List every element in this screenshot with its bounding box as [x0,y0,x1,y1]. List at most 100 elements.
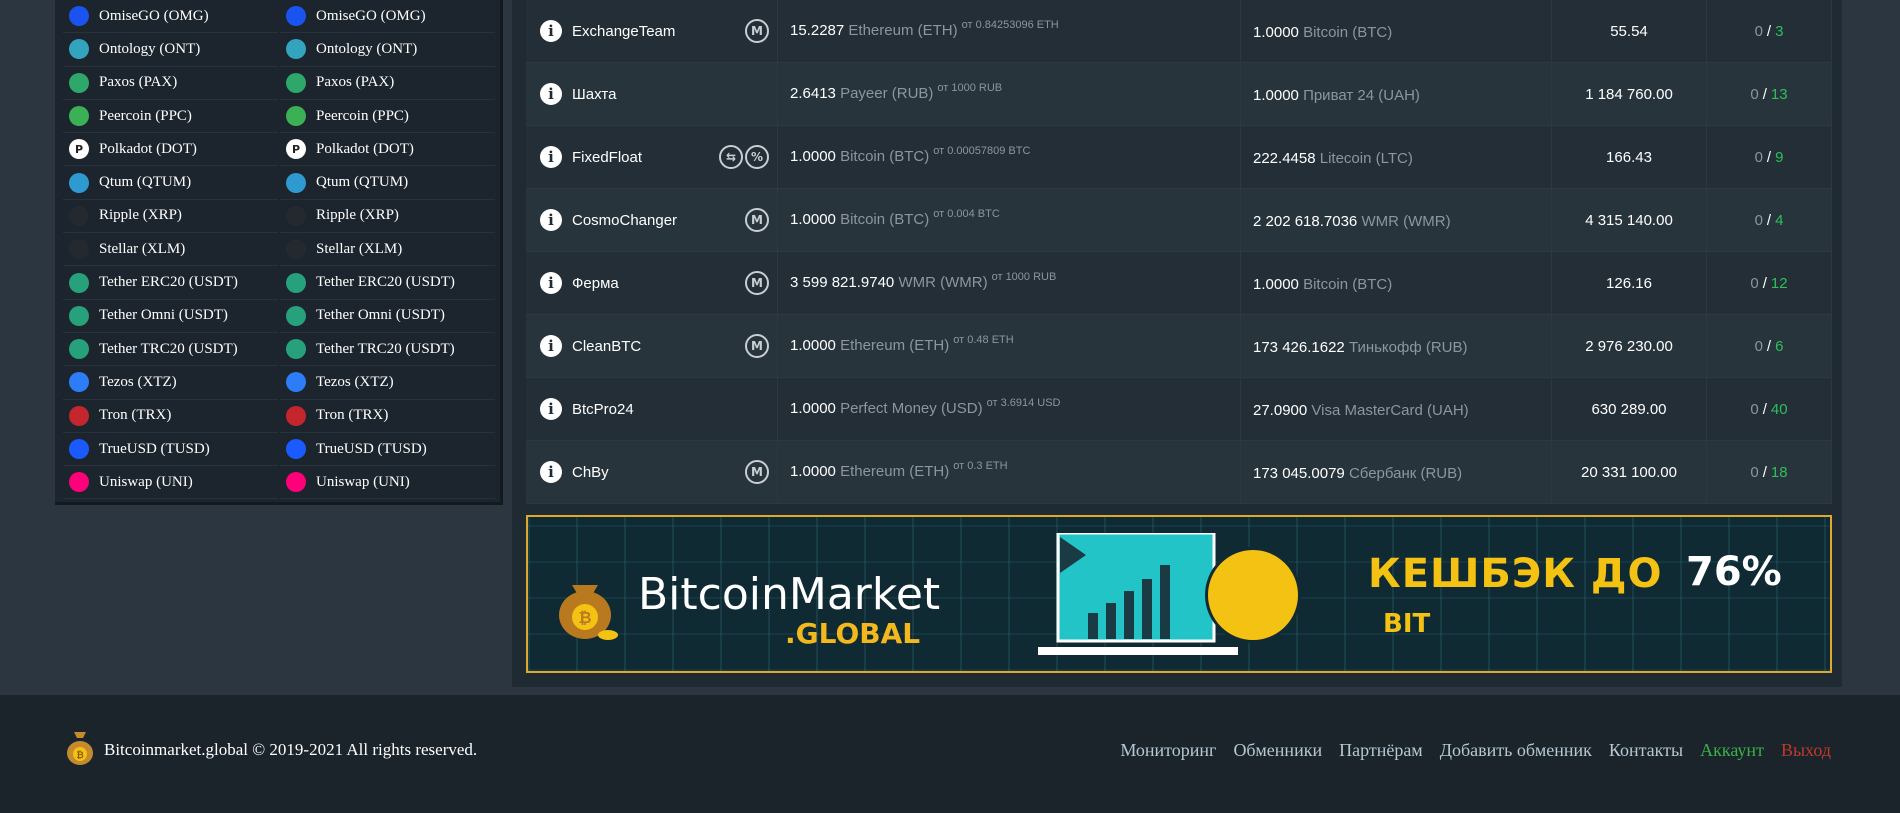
give-amount: 1.0000 Perfect Money (USD) от 3.6914 USD [790,397,1061,417]
currency-label: Paxos (PAX) [99,74,178,91]
reserve-value: 126.16 [1606,274,1652,292]
give-currency-item[interactable]: Tezos (XTZ) [63,366,278,400]
give-currency-item[interactable]: OmiseGO (OMG) [63,0,278,34]
give-currency-item[interactable]: Tether Omni (USDT) [63,300,278,333]
info-icon[interactable]: i [540,209,562,231]
currency-label: Tether Omni (USDT) [99,307,228,324]
table-row[interactable]: i ChBy M 1.0000 Ethereum (ETH) от 0.3 ETH 173… [526,441,1832,504]
info-icon[interactable]: i [540,461,562,483]
reviews-cell[interactable]: 0/3 [1707,0,1832,62]
info-icon[interactable]: i [540,398,562,420]
give-amount: 2.6413 Payeer (RUB) от 1000 RUB [790,82,1002,102]
stellar-icon [286,239,306,260]
table-row[interactable]: i BtcPro24 1.0000 Perfect Money (USD) от 3.… [526,378,1832,441]
tether-icon [69,339,89,360]
paxos-icon [286,72,306,93]
get-currency-item[interactable]: TrueUSD (TUSD) [280,433,495,467]
table-row[interactable]: i FixedFloat ⇆% 1.0000 Bitcoin (BTC) от 0.00… [526,126,1832,189]
footer-nav-link[interactable]: Контакты [1609,740,1683,761]
polkadot-icon: P [286,139,306,160]
banner-brand-title: BitcoinMarket [638,569,941,620]
give-currency-item[interactable]: Tether ERC20 (USDT) [63,266,278,300]
give-currency-item[interactable]: Ripple (XRP) [63,200,278,234]
info-icon[interactable]: i [540,272,562,294]
reviews-separator: / [1762,400,1767,418]
footer-nav-link[interactable]: Выход [1781,740,1831,761]
give-currency-item[interactable]: Paxos (PAX) [63,67,278,100]
get-currency-item[interactable]: Paxos (PAX) [280,67,495,100]
footer-nav-link[interactable]: Обменники [1233,740,1322,761]
currency-label: Tether TRC20 (USDT) [316,340,455,357]
table-row[interactable]: i ExchangeTeam M 15.2287 Ethereum (ETH) от 0… [526,0,1832,63]
table-row[interactable]: i CleanBTC M 1.0000 Ethereum (ETH) от 0.48 E… [526,315,1832,378]
exchanger-badges: ⇆% [719,145,769,169]
info-icon[interactable]: i [540,20,562,42]
give-cell: 1.0000 Perfect Money (USD) от 3.6914 USD [778,378,1241,440]
currency-label: Polkadot (DOT) [99,140,197,157]
exchanger-name[interactable]: Шахта [572,86,616,103]
currency-label: Stellar (XLM) [99,240,186,257]
get-currency-item[interactable]: Peercoin (PPC) [280,100,495,134]
reviews-cell[interactable]: 0/4 [1707,189,1832,251]
give-currency-item[interactable]: TrueUSD (TUSD) [63,433,278,467]
get-currency-item[interactable]: Ripple (XRP) [280,200,495,234]
get-currency-item[interactable]: P Polkadot (DOT) [280,133,495,167]
promo-banner[interactable]: ₿ BitcoinMarket .GLOBAL КЕШБЭК ДО 76% BI… [526,515,1832,673]
give-currency-item[interactable]: Peercoin (PPC) [63,100,278,134]
reviews-separator: / [1766,337,1772,355]
get-amount-value: 1.0000 [1253,87,1299,104]
get-currency-item[interactable]: Tron (TRX) [280,400,495,433]
reviews-cell[interactable]: 0/9 [1707,126,1832,188]
exchanger-name[interactable]: FixedFloat [572,149,642,166]
give-currency-item[interactable]: Tether TRC20 (USDT) [63,333,278,367]
give-currency-item[interactable]: Stellar (XLM) [63,233,278,267]
currency-label: TrueUSD (TUSD) [99,440,210,457]
get-currency-item[interactable]: OmiseGO (OMG) [280,0,495,34]
qtum-icon [286,172,306,193]
footer-nav-link[interactable]: Партнёрам [1339,740,1423,761]
info-icon[interactable]: i [540,83,562,105]
exchanger-name[interactable]: CleanBTC [572,338,641,355]
exchanger-name[interactable]: Ферма [572,275,619,292]
reviews-cell[interactable]: 0/12 [1707,252,1832,314]
info-icon[interactable]: i [540,146,562,168]
footer-nav-link[interactable]: Добавить обменник [1440,740,1592,761]
get-currency-item[interactable]: Tether Omni (USDT) [280,300,495,333]
reviews-separator: / [1766,148,1772,166]
reviews-cell[interactable]: 0/18 [1707,441,1832,503]
reviews-positive: 12 [1770,274,1788,292]
give-currency-item[interactable]: P Polkadot (DOT) [63,133,278,167]
percent-icon: % [745,145,769,169]
tron-icon [69,405,89,426]
reviews-cell[interactable]: 0/40 [1707,378,1832,440]
give-currency-item[interactable]: Ontology (ONT) [63,33,278,67]
footer-nav-link[interactable]: Мониторинг [1120,740,1216,761]
get-currency-item[interactable]: Tether TRC20 (USDT) [280,333,495,367]
exchanger-name[interactable]: BtcPro24 [572,401,634,418]
reviews-cell[interactable]: 0/13 [1707,63,1832,125]
table-row[interactable]: i Шахта 2.6413 Payeer (RUB) от 1000 RUB 1.00… [526,63,1832,126]
give-amount-value: 1.0000 [790,463,836,480]
info-icon[interactable]: i [540,335,562,357]
reviews-negative: 0 [1750,400,1759,418]
exchanger-name[interactable]: ExchangeTeam [572,23,675,40]
reviews-positive: 13 [1770,85,1788,103]
exchanger-name[interactable]: CosmoChanger [572,212,677,229]
get-currency-item[interactable]: Ontology (ONT) [280,33,495,67]
get-currency-item[interactable]: Stellar (XLM) [280,233,495,267]
table-row[interactable]: i CosmoChanger M 1.0000 Bitcoin (BTC) от 0.0… [526,189,1832,252]
table-row[interactable]: i Ферма M 3 599 821.9740 WMR (WMR) от 1000 R… [526,252,1832,315]
exchanger-name[interactable]: ChBy [572,464,609,481]
reviews-cell[interactable]: 0/6 [1707,315,1832,377]
get-currency-item[interactable]: Uniswap (UNI) [280,466,495,500]
reserve-value: 2 976 230.00 [1585,337,1673,355]
get-currency-item[interactable]: Tezos (XTZ) [280,366,495,400]
give-currency-item[interactable]: Tron (TRX) [63,400,278,433]
get-currency-item[interactable]: Qtum (QTUM) [280,166,495,200]
give-currency-item[interactable]: Uniswap (UNI) [63,466,278,500]
footer-nav-link[interactable]: Аккаунт [1700,740,1764,761]
currency-label: Uniswap (UNI) [99,473,193,490]
get-currency-item[interactable]: Tether ERC20 (USDT) [280,266,495,300]
give-currency-item[interactable]: Qtum (QTUM) [63,166,278,200]
reserve-cell: 126.16 [1552,252,1707,314]
